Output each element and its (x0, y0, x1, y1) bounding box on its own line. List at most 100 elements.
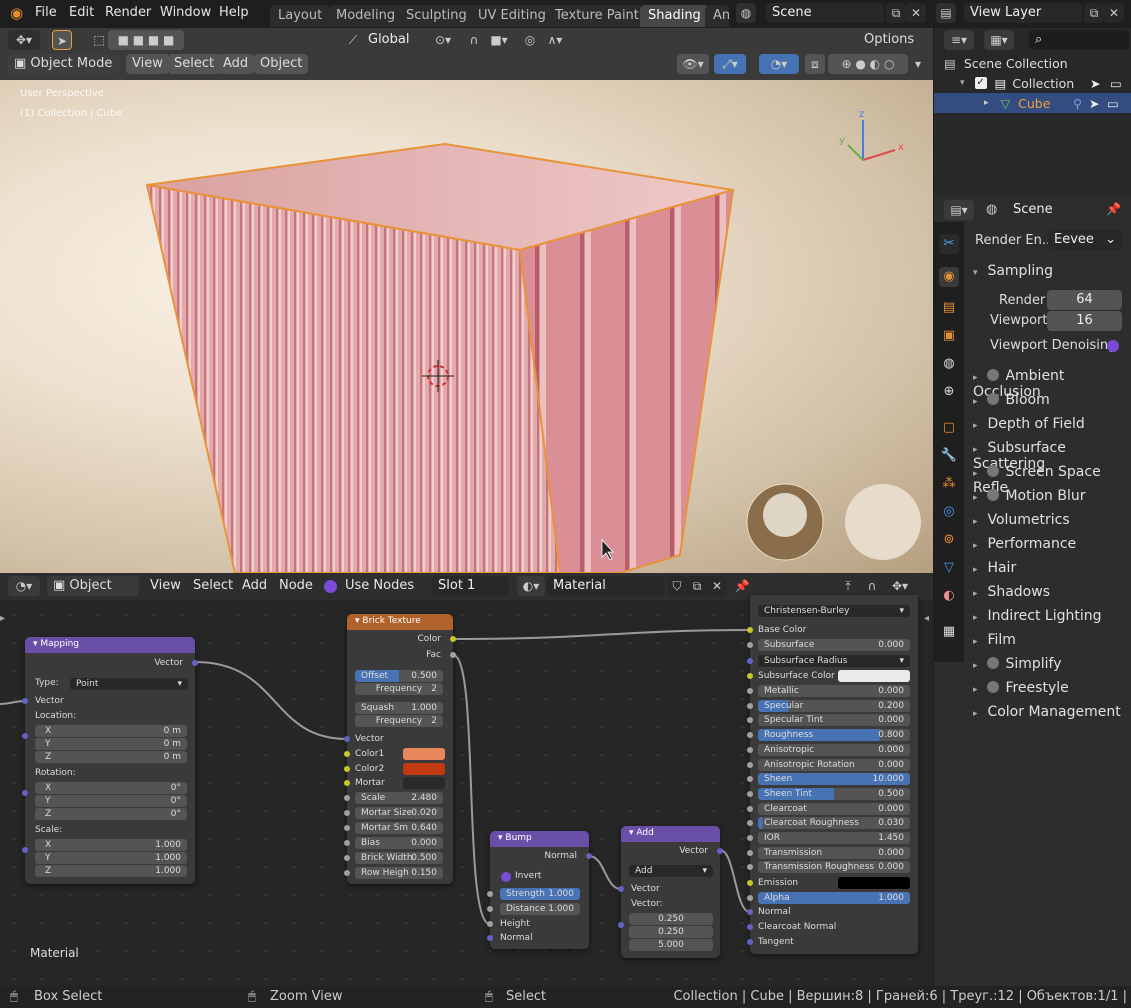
view-layer-icon[interactable]: ▤ (936, 3, 956, 23)
shading-options-icon[interactable]: ▾ (908, 54, 928, 74)
tab-animation[interactable]: An (705, 5, 729, 27)
options-button[interactable]: Options (858, 30, 926, 50)
section-film[interactable]: ▸ Film (973, 632, 1016, 648)
bump-strength-socket[interactable] (487, 891, 493, 897)
bsdf-emission-swatch[interactable] (838, 877, 910, 889)
section-expand-icon[interactable]: ▸ (973, 685, 983, 695)
mapping-node-header[interactable]: ▾ Mapping (25, 637, 195, 653)
tab-texture-paint[interactable]: Texture Paint (547, 5, 647, 27)
mode-dropdown[interactable]: ▣ Object Mode (8, 54, 119, 74)
brick-out-color-socket[interactable] (450, 636, 456, 642)
section-expand-icon[interactable]: ▸ (973, 517, 983, 527)
viewport-samples-field[interactable]: 16 (1047, 311, 1122, 331)
bsdf-normal-socket[interactable] (747, 909, 753, 915)
add-out-vector-socket[interactable] (717, 848, 723, 854)
brick-frequency2-field[interactable]: Frequency 2 (355, 715, 443, 727)
outliner-filter-icon[interactable]: ▦▾ (984, 30, 1014, 50)
bsdf-field-socket[interactable] (747, 732, 753, 739)
mapping-rotation-z[interactable]: Z 0° (35, 808, 187, 820)
shading-mode-icons[interactable]: ⊕ ● ◐ ○ (828, 54, 908, 74)
render-engine-dropdown[interactable]: Eevee ⌄ (1048, 230, 1122, 250)
bump-height-socket[interactable] (487, 921, 493, 927)
bsdf-distribution-dropdown[interactable]: Christensen-Burley ▾ (758, 605, 910, 617)
menu-edit[interactable]: Edit (69, 5, 94, 20)
section-performance[interactable]: ▸ Performance (973, 536, 1076, 552)
output-tab-icon[interactable]: ▤ (939, 298, 959, 318)
brick-color1-socket[interactable] (344, 751, 350, 757)
tab-sculpting[interactable]: Sculpting (398, 5, 475, 27)
bsdf-field-sheen[interactable]: Sheen 10.000 (758, 773, 910, 786)
tab-modeling[interactable]: Modeling (328, 5, 404, 27)
brick-mortar-swatch[interactable] (403, 777, 445, 789)
proportional-edit-icon[interactable]: ◎ (520, 30, 540, 50)
brick-field-mortar-size[interactable]: Mortar Size 0.020 (355, 807, 443, 819)
select-tool-icon[interactable]: ➤ (52, 30, 72, 50)
collection-render-icon[interactable]: ▭ (1110, 76, 1122, 91)
add-in-vector-socket[interactable] (618, 886, 624, 892)
brick-field-socket[interactable] (344, 795, 350, 801)
menu-window[interactable]: Window (160, 5, 211, 20)
toolbar-toggle-icon[interactable]: ▸ (0, 613, 5, 624)
shader-node-editor[interactable]: ◔▾ ▣ Object View Select Add Node Use Nod… (0, 573, 933, 986)
viewport-denoising-checkbox[interactable] (1107, 340, 1119, 352)
viewport-menu-select[interactable]: Select (168, 54, 221, 74)
bump-node[interactable]: ▾ Bump Normal Invert Strength 1.000 Dista… (487, 831, 592, 949)
bsdf-subsurface-field[interactable]: Subsurface 0.000 (758, 639, 910, 651)
section-enable-checkbox[interactable] (987, 465, 1000, 477)
brick-frequency1-field[interactable]: Frequency 2 (355, 683, 443, 695)
section-expand-icon[interactable]: ▸ (973, 709, 983, 719)
texture-tab-icon[interactable]: ▦ (939, 622, 959, 642)
close-scene-icon[interactable]: ✕ (906, 3, 926, 23)
constraints-tab-icon[interactable]: ⊚ (939, 530, 959, 550)
viewport-menu-view[interactable]: View (126, 54, 169, 74)
bsdf-field-ior[interactable]: IOR 1.450 (758, 832, 910, 844)
mapping-node[interactable]: ▾ Mapping Vector Type: Point ▾ Vector Loc… (22, 637, 198, 884)
falloff-icon[interactable]: ∧▾ (540, 30, 570, 50)
particles-tab-icon[interactable]: ⁂ (939, 474, 959, 494)
section-expand-icon[interactable]: ▸ (973, 589, 983, 599)
brick-color1-swatch[interactable] (403, 748, 445, 760)
section-bloom[interactable]: ▸ Bloom (973, 392, 1050, 408)
bsdf-field-socket[interactable] (747, 702, 753, 709)
mapping-location-y[interactable]: Y0 m (35, 738, 187, 750)
menu-file[interactable]: File (35, 5, 57, 20)
outliner-search-input[interactable]: ⌕ (1029, 30, 1129, 50)
bsdf-field-anisotropic[interactable]: Anisotropic 0.000 (758, 743, 910, 756)
gizmo-icon[interactable]: ⤢▾ (714, 54, 746, 74)
section-expand-icon[interactable]: ▸ (973, 373, 983, 383)
bump-distance-socket[interactable] (487, 906, 493, 912)
section-depth-of-field[interactable]: ▸ Depth of Field (973, 416, 1085, 432)
brick-field-socket[interactable] (344, 825, 350, 831)
data-tab-icon[interactable]: ▽ (939, 558, 959, 578)
section-expand-icon[interactable]: ▸ (973, 493, 983, 503)
visibility-icon[interactable]: 👁▾ (677, 54, 709, 74)
brick-texture-node[interactable]: ▾ Brick Texture Color Fac Offset 0.500 Fr… (344, 614, 456, 884)
blender-logo-icon[interactable]: ◉ (10, 4, 23, 22)
bsdf-alpha-socket[interactable] (747, 895, 753, 901)
collection-select-icon[interactable]: ➤ (1090, 76, 1100, 91)
bsdf-field-roughness[interactable]: Roughness 0.800 (758, 729, 910, 742)
properties-editor-type-icon[interactable]: ▤▾ (944, 200, 974, 220)
section-shadows[interactable]: ▸ Shadows (973, 584, 1050, 600)
section-motion-blur[interactable]: ▸ Motion Blur (973, 488, 1086, 504)
bsdf-clearcoat-normal-socket[interactable] (747, 924, 753, 930)
viewport-canvas[interactable]: User Perspective (1) Collection | Cube z… (0, 80, 933, 573)
brick-field-socket[interactable] (344, 810, 350, 816)
3d-viewport[interactable]: ✥▾ ➤ ⬚ ■ ■ ■ ■ ⟋ Global ⊙▾ ∩ ■▾ ◎ ∧▾ Opt… (0, 28, 933, 573)
bsdf-field-socket[interactable] (747, 717, 753, 724)
mapping-scale-socket[interactable] (22, 847, 28, 853)
mapping-scale-x[interactable]: X 1.000 (35, 839, 187, 851)
section-expand-icon[interactable]: ▸ (973, 469, 983, 479)
copy-scene-icon[interactable]: ⧉ (886, 3, 906, 23)
scene-field[interactable]: Scene (766, 3, 884, 23)
brick-color2-socket[interactable] (344, 766, 350, 772)
bsdf-base-color-socket[interactable] (747, 627, 753, 633)
add-value-z[interactable]: 5.000 (629, 939, 713, 951)
viewport-menu-add[interactable]: Add (217, 54, 255, 74)
section-simplify[interactable]: ▸ Simplify (973, 656, 1062, 672)
scene-icon[interactable]: ◍ (736, 3, 756, 23)
mapping-location-socket[interactable] (22, 733, 28, 739)
brick-field-mortar-sm[interactable]: Mortar Sm 0.640 (355, 822, 443, 834)
close-view-layer-icon[interactable]: ✕ (1104, 3, 1124, 23)
brick-out-fac-socket[interactable] (450, 652, 456, 658)
